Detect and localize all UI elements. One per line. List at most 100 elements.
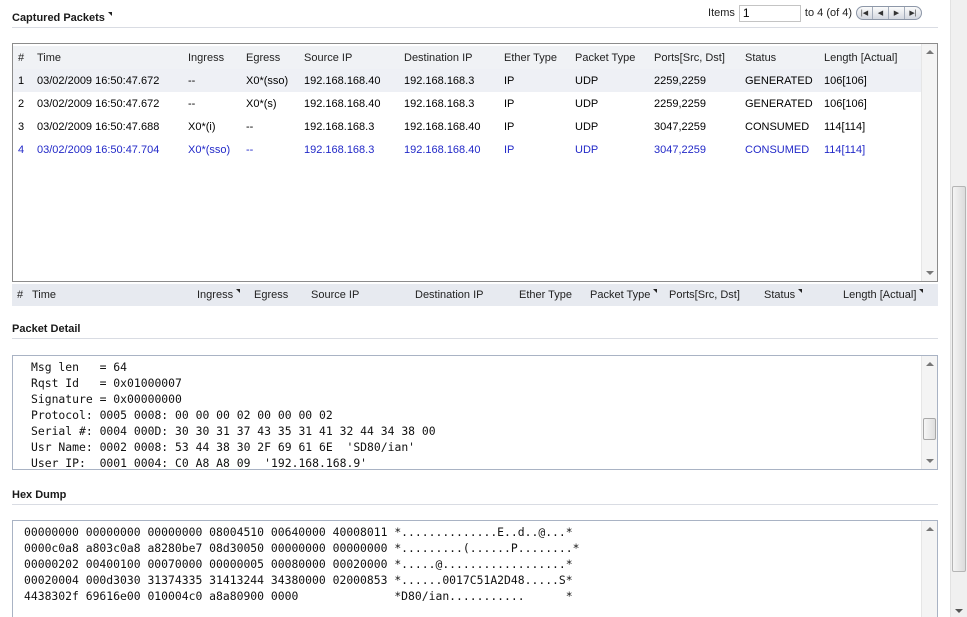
cell-packet-type: UDP [575, 74, 599, 87]
strip-col-status[interactable]: Status [764, 289, 843, 301]
strip-col-source-ip[interactable]: Source IP [311, 289, 415, 301]
hex-scrollbar[interactable] [921, 521, 937, 617]
col-header-egress[interactable]: Egress [246, 52, 304, 64]
strip-col-ports[interactable]: Ports[Src, Dst] [669, 289, 764, 301]
hex-line: 0000c0a8 a803c0a8 a8280be7 08d30050 0000… [24, 541, 580, 555]
cell-ingress: X0*(i) [188, 120, 216, 133]
scroll-up-icon[interactable] [926, 50, 934, 54]
col-header-destination-ip[interactable]: Destination IP [404, 52, 504, 64]
section-divider [12, 338, 938, 339]
cell-ports: 2259,2259 [654, 74, 706, 87]
cell-length: 106[106] [824, 97, 867, 110]
cell-time: 03/02/2009 16:50:47.672 [37, 97, 160, 110]
strip-col-packet-type[interactable]: Packet Type [590, 289, 669, 301]
strip-col-time[interactable]: Time [32, 289, 197, 301]
scroll-up-icon[interactable] [926, 362, 934, 366]
table-row[interactable]: 1 03/02/2009 16:50:47.672 -- X0*(sso) 19… [13, 69, 921, 92]
strip-col-egress[interactable]: Egress [254, 289, 311, 301]
pager-buttons: |◀ ◀ ▶ ▶| [856, 6, 922, 20]
col-header-source-ip[interactable]: Source IP [304, 52, 404, 64]
cell-ports: 3047,2259 [654, 143, 706, 156]
items-input[interactable] [738, 4, 801, 22]
pager: Items to 4 (of 4) |◀ ◀ ▶ ▶| [708, 4, 922, 22]
items-range: to 4 (of 4) [804, 7, 852, 19]
section-divider [12, 504, 938, 505]
cell-length: 114[114] [824, 143, 866, 156]
cell-source-ip: 192.168.168.3 [304, 143, 375, 156]
prev-page-icon[interactable]: ◀ [873, 7, 889, 19]
cell-egress: X0*(sso) [246, 74, 289, 87]
packets-table: # Time Ingress Egress Source IP Destinat… [12, 43, 938, 282]
scroll-down-icon[interactable] [926, 271, 934, 275]
col-header-time[interactable]: Time [33, 52, 188, 64]
col-header-num[interactable]: # [13, 52, 33, 64]
cell-status: GENERATED [745, 97, 813, 110]
captured-packets-label: Captured Packets [12, 12, 105, 24]
cell-egress: X0*(s) [246, 97, 277, 110]
hex-dump-title: Hex Dump [12, 489, 67, 501]
column-menu-icon [798, 289, 803, 293]
packets-scrollbar[interactable] [921, 44, 937, 281]
packet-detail-title: Packet Detail [12, 323, 81, 335]
hex-line: 00000202 00400100 00070000 00000005 0008… [24, 557, 573, 571]
table-row-selected[interactable]: 4 03/02/2009 16:50:47.704 X0*(sso) -- 19… [13, 138, 921, 161]
packet-detail-text: Msg len = 64 Rqst Id = 0x01000007 Signat… [31, 359, 436, 470]
cell-status: CONSUMED [745, 120, 810, 133]
cell-packet-type: UDP [575, 120, 599, 133]
cell-num: 3 [18, 120, 25, 133]
page-scroll-down-icon[interactable] [955, 609, 963, 613]
table-row[interactable]: 3 03/02/2009 16:50:47.688 X0*(i) -- 192.… [13, 115, 921, 138]
col-header-status[interactable]: Status [745, 52, 824, 64]
cell-length: 106[106] [824, 74, 867, 87]
col-header-length[interactable]: Length [Actual] [824, 52, 920, 64]
cell-ether-type: IP [504, 97, 515, 110]
cell-ingress: -- [188, 97, 196, 110]
col-header-ingress[interactable]: Ingress [188, 52, 246, 64]
col-header-ports[interactable]: Ports[Src, Dst] [654, 52, 745, 64]
page-scroll-thumb[interactable] [952, 186, 966, 572]
strip-col-destination-ip[interactable]: Destination IP [415, 289, 519, 301]
detail-line: Signature = 0x00000000 [31, 392, 182, 406]
cell-num: 2 [18, 97, 25, 110]
col-header-ether-type[interactable]: Ether Type [504, 52, 575, 64]
last-page-icon[interactable]: ▶| [905, 7, 921, 19]
scroll-up-icon[interactable] [926, 527, 934, 531]
col-header-packet-type[interactable]: Packet Type [575, 52, 654, 64]
cell-length: 114[114] [824, 120, 866, 133]
cell-status: GENERATED [745, 74, 813, 87]
cell-ether-type: IP [504, 143, 515, 156]
cell-packet-type: UDP [575, 97, 599, 110]
strip-col-packet-type-label: Packet Type [590, 289, 651, 301]
hex-dump-panel[interactable]: 00000000 00000000 00000000 08004510 0064… [12, 520, 938, 617]
detail-line: User IP: 0001 0004: C0 A8 A8 09 '192.168… [31, 456, 368, 470]
table-row[interactable]: 2 03/02/2009 16:50:47.672 -- X0*(s) 192.… [13, 92, 921, 115]
cell-num: 4 [18, 143, 25, 156]
scroll-down-icon[interactable] [926, 459, 934, 463]
hex-line: 00020004 000d3030 31374335 31413244 3438… [24, 573, 573, 587]
cell-time: 03/02/2009 16:50:47.672 [37, 74, 160, 87]
strip-col-ether-type[interactable]: Ether Type [519, 289, 590, 301]
strip-col-ingress[interactable]: Ingress [197, 289, 254, 301]
column-menu-icon [236, 289, 241, 293]
cell-ports: 3047,2259 [654, 120, 706, 133]
cell-num: 1 [18, 74, 25, 87]
detail-line: Protocol: 0005 0008: 00 00 00 02 00 00 0… [31, 408, 333, 422]
packet-detail-panel[interactable]: Msg len = 64 Rqst Id = 0x01000007 Signat… [12, 355, 938, 470]
cell-time: 03/02/2009 16:50:47.688 [37, 120, 160, 133]
strip-col-length-label: Length [Actual] [843, 289, 917, 301]
cell-status: CONSUMED [745, 143, 810, 156]
first-page-icon[interactable]: |◀ [857, 7, 873, 19]
strip-col-ingress-label: Ingress [197, 289, 234, 301]
cell-destination-ip: 192.168.168.3 [404, 97, 475, 110]
page-scrollbar[interactable] [950, 0, 967, 617]
cell-source-ip: 192.168.168.40 [304, 97, 381, 110]
cell-ports: 2259,2259 [654, 97, 706, 110]
next-page-icon[interactable]: ▶ [889, 7, 905, 19]
section-divider [12, 27, 938, 28]
captured-packets-title[interactable]: Captured Packets [12, 12, 112, 24]
menu-corner-icon [107, 12, 112, 16]
strip-col-length[interactable]: Length [Actual] [843, 289, 929, 301]
scroll-thumb[interactable] [923, 418, 936, 440]
strip-col-num[interactable]: # [12, 289, 32, 301]
detail-scrollbar[interactable] [921, 356, 937, 469]
